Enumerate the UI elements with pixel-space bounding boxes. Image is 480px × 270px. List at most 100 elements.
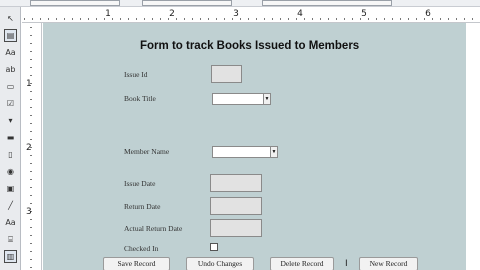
pointer-icon[interactable]: ↖ xyxy=(4,12,17,25)
checked-in-checkbox[interactable] xyxy=(210,243,218,251)
toggle-icon[interactable]: ▯ xyxy=(4,148,17,161)
ruler-tick xyxy=(30,243,32,244)
ruler-tick xyxy=(152,18,153,20)
chevron-down-icon[interactable]: ▼ xyxy=(263,94,270,104)
ruler-tick xyxy=(264,18,265,20)
textbox-icon[interactable]: ab xyxy=(4,63,17,76)
text-cursor-icon: I xyxy=(345,259,348,269)
label-icon[interactable]: Aa xyxy=(4,46,17,59)
ruler-number: 6 xyxy=(425,9,431,19)
ruler-number: 2 xyxy=(169,9,175,19)
tab-control-icon[interactable]: ⌸ xyxy=(4,233,17,246)
ruler-tick xyxy=(328,18,329,20)
ruler-tick xyxy=(440,18,441,20)
form-designer-window: ↖ ▤ Aa ab ▭ ☑ ▾ ▬ ▯ ◉ ▣ ╱ Aa ⌸ ▥ 123456 … xyxy=(0,0,480,270)
ruler-tick xyxy=(144,18,145,20)
ruler-tick xyxy=(184,18,185,20)
ruler-tick xyxy=(256,18,257,20)
ruler-tick xyxy=(312,18,313,20)
ruler-tick xyxy=(376,18,377,20)
ruler-tick xyxy=(30,115,32,116)
radio-icon[interactable]: ◉ xyxy=(4,165,17,178)
issue-date-field[interactable] xyxy=(210,174,262,192)
ruler-tick xyxy=(88,18,89,20)
page-break-icon[interactable]: Aa xyxy=(4,216,17,229)
controls-toolbox: ↖ ▤ Aa ab ▭ ☑ ▾ ▬ ▯ ◉ ▣ ╱ Aa ⌸ ▥ xyxy=(0,7,21,270)
ruler-tick xyxy=(30,51,32,52)
ruler-number: 3 xyxy=(233,9,239,19)
return-date-field[interactable] xyxy=(210,197,262,215)
ruler-tick xyxy=(192,18,193,20)
checkbox-icon[interactable]: ☑ xyxy=(4,97,17,110)
ruler-tick xyxy=(64,18,65,20)
ruler-tick xyxy=(30,187,32,188)
ruler-tick xyxy=(160,18,161,20)
ruler-tick xyxy=(200,18,201,20)
ruler-tick xyxy=(272,18,273,20)
ruler-tick xyxy=(400,18,401,20)
member-name-combo[interactable]: ▼ xyxy=(212,146,278,158)
ruler-tick xyxy=(30,259,32,260)
book-title-combo[interactable]: ▼ xyxy=(212,93,271,105)
ruler-tick xyxy=(464,18,465,20)
image-icon[interactable]: ▣ xyxy=(4,182,17,195)
line-icon[interactable]: ╱ xyxy=(4,199,17,212)
ruler-tick xyxy=(128,18,129,20)
ruler-number: 2 xyxy=(26,143,32,153)
toolbar-strip xyxy=(0,0,480,7)
ruler-tick xyxy=(30,67,32,68)
ruler-tick xyxy=(30,35,32,36)
return-date-label: Return Date xyxy=(124,202,161,211)
ruler-tick xyxy=(30,91,32,92)
ruler-tick xyxy=(456,18,457,20)
ruler-tick xyxy=(96,18,97,20)
ruler-number: 5 xyxy=(361,9,367,19)
delete-record-button[interactable]: Delete Record xyxy=(270,257,334,270)
undo-changes-button[interactable]: Undo Changes xyxy=(186,257,254,270)
ruler-tick xyxy=(30,131,32,132)
ruler-tick xyxy=(384,18,385,20)
ruler-tick xyxy=(30,59,32,60)
button-icon[interactable]: ▬ xyxy=(4,131,17,144)
combo-box-icon[interactable]: ▾ xyxy=(4,114,17,127)
actual-return-date-label: Actual Return Date xyxy=(124,224,183,233)
ruler-number: 1 xyxy=(105,9,111,19)
ruler-tick xyxy=(56,18,57,20)
ruler-tick xyxy=(408,18,409,20)
ruler-number: 4 xyxy=(297,9,303,19)
ruler-number: 1 xyxy=(26,79,32,89)
ruler-tick xyxy=(32,18,33,20)
ruler-tick xyxy=(136,18,137,20)
option-group-icon[interactable]: ▭ xyxy=(4,80,17,93)
actual-return-date-field[interactable] xyxy=(210,219,262,237)
issue-id-field[interactable] xyxy=(211,65,242,83)
vertical-ruler: 1 2 3 xyxy=(22,23,42,270)
chevron-down-icon[interactable]: ▼ xyxy=(270,147,277,157)
font-size-dropdown[interactable] xyxy=(142,0,232,6)
ruler-tick xyxy=(416,18,417,20)
ruler-number: 3 xyxy=(26,207,32,217)
new-record-button[interactable]: New Record xyxy=(359,257,418,270)
ruler-tick xyxy=(40,18,41,20)
form-icon[interactable]: ▤ xyxy=(4,29,17,42)
ruler-tick xyxy=(30,227,32,228)
save-record-button[interactable]: Save Record xyxy=(103,257,170,270)
ruler-tick xyxy=(30,163,32,164)
ruler-tick xyxy=(30,139,32,140)
subform-icon[interactable]: ▥ xyxy=(4,250,17,263)
ruler-tick xyxy=(30,75,32,76)
ruler-tick xyxy=(224,18,225,20)
ruler-tick xyxy=(30,251,32,252)
ruler-tick xyxy=(30,235,32,236)
ruler-tick xyxy=(48,18,49,20)
ruler-tick xyxy=(30,171,32,172)
property-dropdown[interactable] xyxy=(262,0,392,6)
issue-date-label: Issue Date xyxy=(124,179,156,188)
ruler-tick xyxy=(24,18,25,20)
ruler-tick xyxy=(30,43,32,44)
font-name-dropdown[interactable] xyxy=(30,0,120,6)
ruler-tick xyxy=(288,18,289,20)
ruler-tick xyxy=(30,195,32,196)
ruler-tick xyxy=(30,267,32,268)
ruler-tick xyxy=(208,18,209,20)
